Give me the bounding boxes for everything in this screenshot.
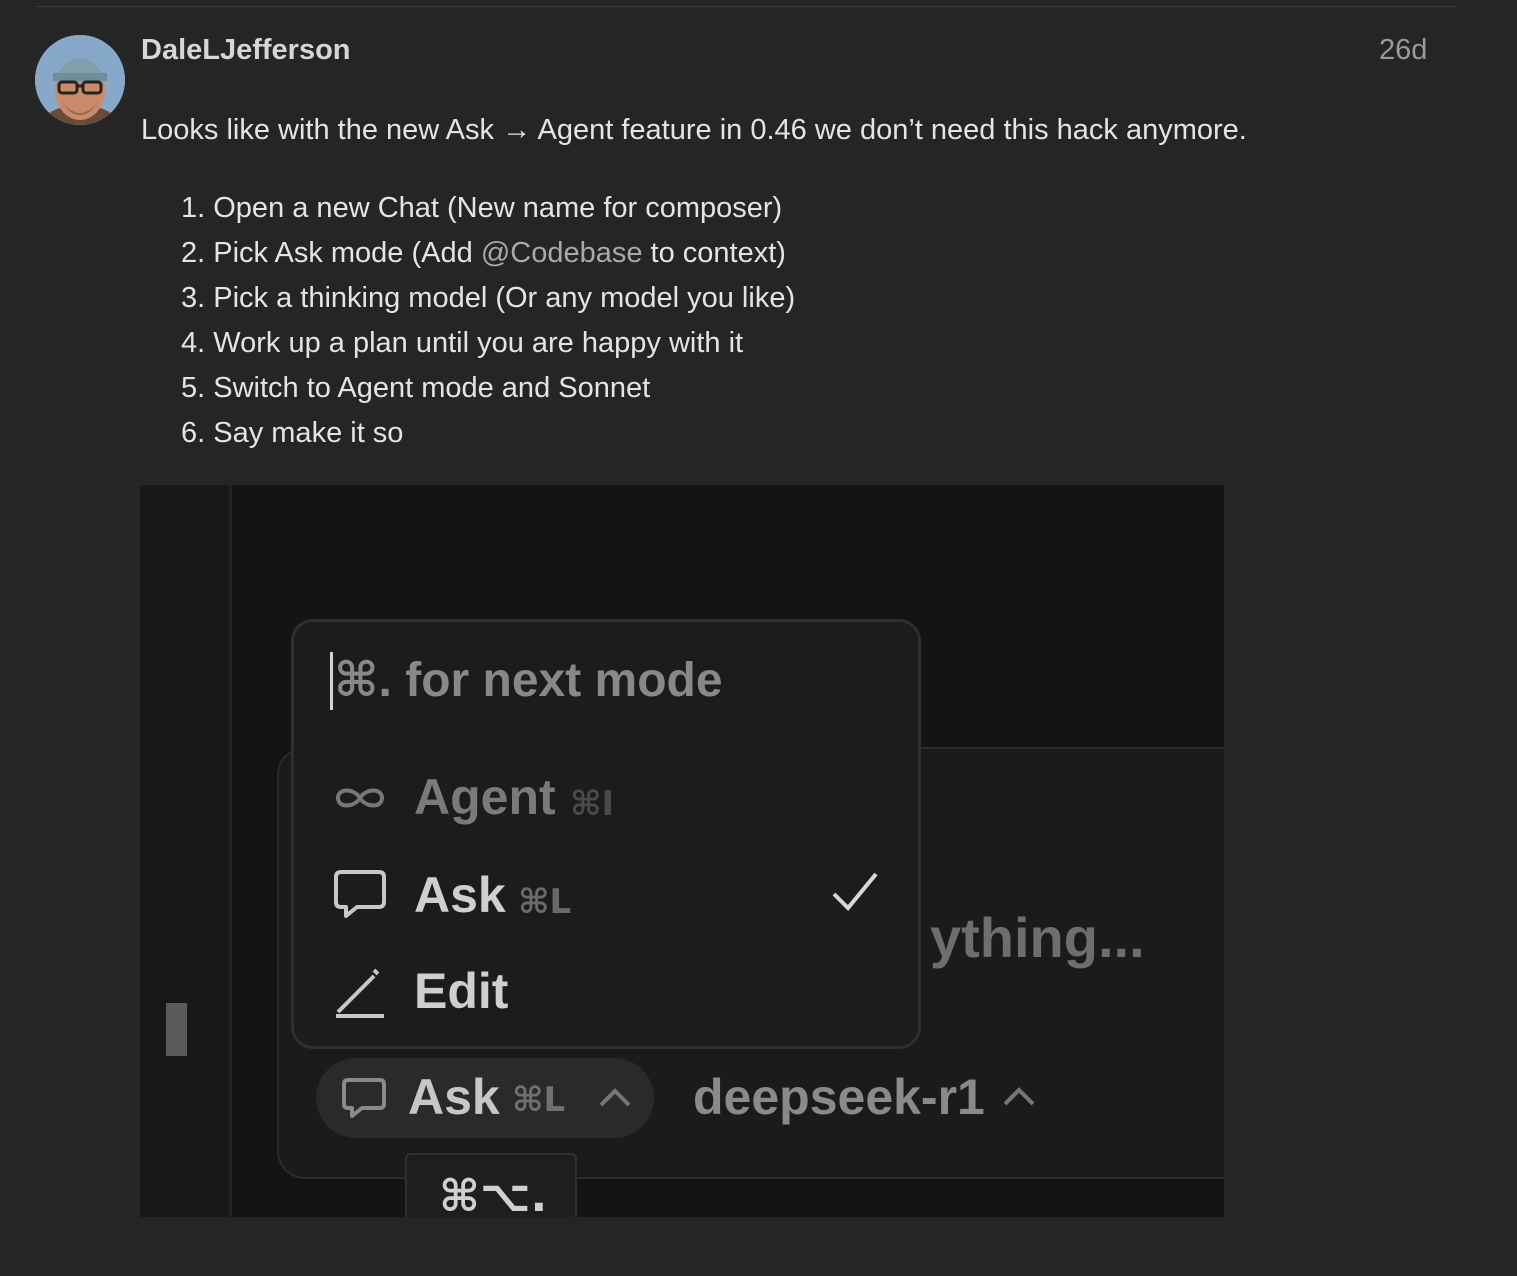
mode-selector-button: Ask ⌘L [316, 1058, 654, 1138]
author-name[interactable]: DaleLJefferson [141, 34, 351, 67]
list-item: 4. Work up a plan until you are happy wi… [181, 327, 744, 359]
chat-bubble-icon [342, 1078, 386, 1118]
tooltip-text: ⌘⌥. [439, 1171, 548, 1217]
list-item: 2. Pick Ask mode (Add @Codebase to conte… [181, 237, 786, 269]
composer-placeholder: ything... [930, 906, 1145, 969]
post-intro: Looks like with the new Ask → Agent feat… [141, 114, 1247, 146]
post-divider [36, 6, 1456, 7]
list-item: 6. Say make it so [181, 417, 404, 449]
avatar-image [35, 35, 125, 125]
chevron-up-icon [1003, 1087, 1035, 1106]
mode-option-ask: Ask ⌘L [294, 848, 918, 944]
panel-divider [229, 485, 232, 1217]
shortcut-tooltip: ⌘⌥. [405, 1153, 577, 1217]
chat-bubble-icon [334, 870, 386, 918]
mode-option-edit: Edit [294, 944, 918, 1040]
mention-link[interactable]: @Codebase [481, 237, 643, 269]
mode-label: Ask [408, 1069, 500, 1125]
model-selector: deepseek-r1 [693, 1069, 985, 1125]
text-cursor [330, 652, 333, 710]
infinity-icon [335, 788, 385, 808]
chevron-up-icon [599, 1088, 631, 1107]
scroll-handle [166, 1003, 187, 1056]
post-date[interactable]: 26d [1379, 34, 1427, 67]
list-item: 3. Pick a thinking model (Or any model y… [181, 282, 796, 314]
mode-dropdown: ⌘. for next mode Agent ⌘I Ask ⌘L Edit [291, 619, 921, 1049]
list-item: 5. Switch to Agent mode and Sonnet [181, 372, 651, 404]
mode-option-agent: Agent ⌘I [294, 750, 918, 846]
steps-list: 1. Open a new Chat (New name for compose… [181, 189, 795, 459]
check-icon [832, 872, 878, 911]
embedded-screenshot[interactable]: ything... Ask ⌘L deepseek-r1 ⌘⌥. ⌘. for … [140, 485, 1224, 1217]
avatar[interactable] [35, 35, 125, 125]
pencil-icon [336, 968, 384, 1018]
editor-sidebar [140, 485, 230, 1217]
list-item: 1. Open a new Chat (New name for compose… [181, 192, 783, 224]
mode-search-input: ⌘. for next mode [334, 654, 723, 707]
mode-shortcut: ⌘L [512, 1080, 566, 1120]
